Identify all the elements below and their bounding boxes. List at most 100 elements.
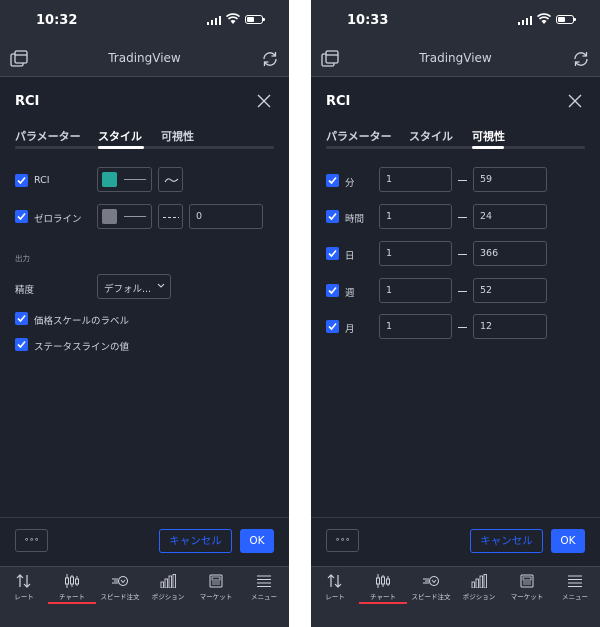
- battery-icon: [245, 15, 265, 24]
- rci-label: RCI: [34, 175, 50, 186]
- months-to-input[interactable]: 12: [473, 314, 547, 339]
- app-title: TradingView: [419, 51, 492, 65]
- bottom-tab-bar: レート チャート スピード注文 ポジション マーケット メニュー: [311, 566, 600, 627]
- chevron-down-icon: [157, 283, 165, 288]
- tab-visibility[interactable]: 可視性: [472, 128, 505, 144]
- wifi-icon: [537, 13, 551, 24]
- phone-screen-style: 10:32 TradingView RCI パラメーター スタイル 可視性 RC…: [0, 0, 289, 627]
- candlestick-icon: [376, 574, 390, 588]
- cancel-button[interactable]: キャンセル: [470, 529, 543, 553]
- status-time: 10:32: [36, 13, 78, 28]
- range-dash: [458, 291, 467, 292]
- hours-to-input[interactable]: 24: [473, 204, 547, 229]
- updown-arrows-icon: [16, 574, 31, 588]
- tab-parameters[interactable]: パラメーター: [326, 128, 392, 144]
- weeks-label: 週: [345, 288, 355, 299]
- close-icon[interactable]: [567, 93, 583, 109]
- app-header: TradingView: [0, 40, 289, 77]
- hours-checkbox[interactable]: [326, 210, 339, 223]
- weeks-to-input[interactable]: 52: [473, 278, 547, 303]
- range-dash: [458, 254, 467, 255]
- days-from-input[interactable]: 1: [379, 241, 452, 266]
- range-dash: [458, 180, 467, 181]
- tab-parameters[interactable]: パラメーター: [15, 128, 81, 144]
- line-style-button[interactable]: [158, 204, 183, 229]
- more-button[interactable]: ∘∘∘: [15, 529, 48, 552]
- signal-icon: [207, 15, 221, 25]
- tab-style[interactable]: スタイル: [409, 128, 453, 144]
- news-icon: [520, 574, 534, 588]
- range-dash: [458, 327, 467, 328]
- tab-track: [326, 146, 585, 149]
- bar-chart-icon: [160, 574, 176, 588]
- app-header: TradingView: [311, 40, 600, 77]
- zero-line-value-input[interactable]: 0: [189, 204, 263, 229]
- price-scale-label-checkbox[interactable]: [15, 312, 28, 325]
- months-from-input[interactable]: 1: [379, 314, 452, 339]
- sync-icon[interactable]: [261, 50, 279, 68]
- hours-from-input[interactable]: 1: [379, 204, 452, 229]
- tab-active-indicator: [98, 146, 144, 149]
- footer-divider: [0, 517, 289, 518]
- tab-visibility[interactable]: 可視性: [161, 128, 194, 144]
- zero-line-checkbox[interactable]: [15, 210, 28, 223]
- tabbar-item-menu[interactable]: メニュー: [546, 567, 600, 607]
- close-icon[interactable]: [256, 93, 272, 109]
- status-bar: 10:33: [311, 0, 600, 40]
- sync-icon[interactable]: [572, 50, 590, 68]
- tabbar-item-menu[interactable]: メニュー: [235, 567, 289, 607]
- menu-icon: [257, 575, 271, 587]
- rci-color-picker[interactable]: [97, 167, 152, 192]
- bar-chart-icon: [471, 574, 487, 588]
- minutes-from-input[interactable]: 1: [379, 167, 452, 192]
- line-style-icon: [164, 178, 179, 183]
- menu-icon: [568, 575, 582, 587]
- hours-label: 時間: [345, 214, 365, 225]
- zero-line-preview: [124, 216, 146, 217]
- range-dash: [458, 217, 467, 218]
- battery-icon: [556, 15, 576, 24]
- news-icon: [209, 574, 223, 588]
- tab-active-indicator: [472, 146, 504, 149]
- plot-type-button[interactable]: [158, 167, 183, 192]
- precision-label: 精度: [15, 285, 35, 296]
- ok-button[interactable]: OK: [551, 529, 585, 553]
- tab-style[interactable]: スタイル: [98, 128, 142, 144]
- minutes-checkbox[interactable]: [326, 174, 339, 187]
- days-label: 日: [345, 251, 355, 262]
- weeks-from-input[interactable]: 1: [379, 278, 452, 303]
- bottom-tab-bar: レート チャート スピード注文 ポジション マーケット メニュー: [0, 566, 289, 627]
- minutes-label: 分: [345, 178, 355, 189]
- tab-track: [15, 146, 274, 149]
- days-checkbox[interactable]: [326, 247, 339, 260]
- months-checkbox[interactable]: [326, 320, 339, 333]
- dialog-title: RCI: [15, 94, 40, 109]
- active-tab-underline: [359, 602, 407, 604]
- speed-order-icon: [112, 576, 128, 586]
- cancel-button[interactable]: キャンセル: [159, 529, 232, 553]
- zero-line-color-picker[interactable]: [97, 204, 152, 229]
- candlestick-icon: [65, 574, 79, 588]
- ok-button[interactable]: OK: [240, 529, 274, 553]
- rci-checkbox[interactable]: [15, 174, 28, 187]
- zero-line-color-swatch: [102, 209, 117, 224]
- weeks-checkbox[interactable]: [326, 284, 339, 297]
- tabbar-label: メニュー: [562, 593, 588, 601]
- speed-order-icon: [423, 576, 439, 586]
- status-bar: 10:32: [0, 0, 289, 40]
- more-button[interactable]: ∘∘∘: [326, 529, 359, 552]
- months-label: 月: [345, 324, 355, 335]
- rci-line-preview: [124, 179, 146, 180]
- precision-value: デフォル...: [104, 284, 152, 295]
- price-scale-label-text: 価格スケールのラベル: [34, 316, 130, 327]
- days-to-input[interactable]: 366: [473, 241, 547, 266]
- dialog-tabs: パラメーター スタイル 可視性: [15, 128, 274, 150]
- status-line-value-checkbox[interactable]: [15, 338, 28, 351]
- minutes-to-input[interactable]: 59: [473, 167, 547, 192]
- wifi-icon: [226, 13, 240, 24]
- status-time: 10:33: [347, 13, 389, 28]
- footer-divider: [311, 517, 600, 518]
- phone-screen-visibility: 10:33 TradingView RCI パラメーター スタイル 可視性 分 …: [311, 0, 600, 627]
- app-title: TradingView: [108, 51, 181, 65]
- precision-select[interactable]: デフォル...: [97, 274, 171, 299]
